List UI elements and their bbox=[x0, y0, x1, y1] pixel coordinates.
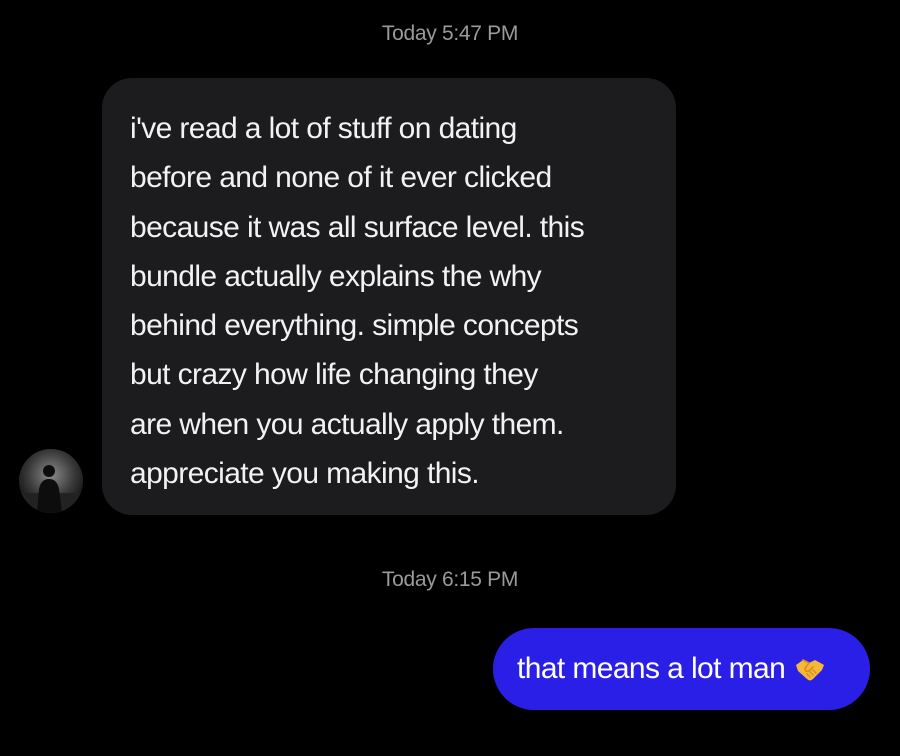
incoming-message-line: before and none of it ever clicked bbox=[130, 161, 552, 195]
incoming-message-line: because it was all surface level. this bbox=[130, 210, 585, 244]
incoming-message-line: behind everything. simple concepts bbox=[130, 309, 579, 343]
incoming-message-line: are when you actually apply them. bbox=[130, 407, 564, 441]
incoming-message-text: i've read a lot of stuff on dating before… bbox=[130, 104, 656, 498]
incoming-message-bubble[interactable]: i've read a lot of stuff on dating before… bbox=[102, 78, 676, 515]
incoming-message-line: i've read a lot of stuff on dating bbox=[130, 112, 517, 145]
sender-avatar[interactable] bbox=[19, 449, 83, 513]
person-silhouette-icon bbox=[19, 449, 83, 513]
incoming-message-line: but crazy how life changing they bbox=[130, 358, 538, 392]
outgoing-message-bubble[interactable]: that means a lot man bbox=[493, 628, 870, 710]
timestamp-second: Today 6:15 PM bbox=[381, 568, 519, 591]
outgoing-message-text: that means a lot man bbox=[517, 652, 786, 685]
incoming-message-line: appreciate you making this. bbox=[130, 457, 480, 491]
timestamp-first: Today 5:47 PM bbox=[381, 22, 519, 45]
handshake-icon bbox=[793, 652, 827, 686]
incoming-message-line: bundle actually explains the why bbox=[130, 259, 542, 293]
